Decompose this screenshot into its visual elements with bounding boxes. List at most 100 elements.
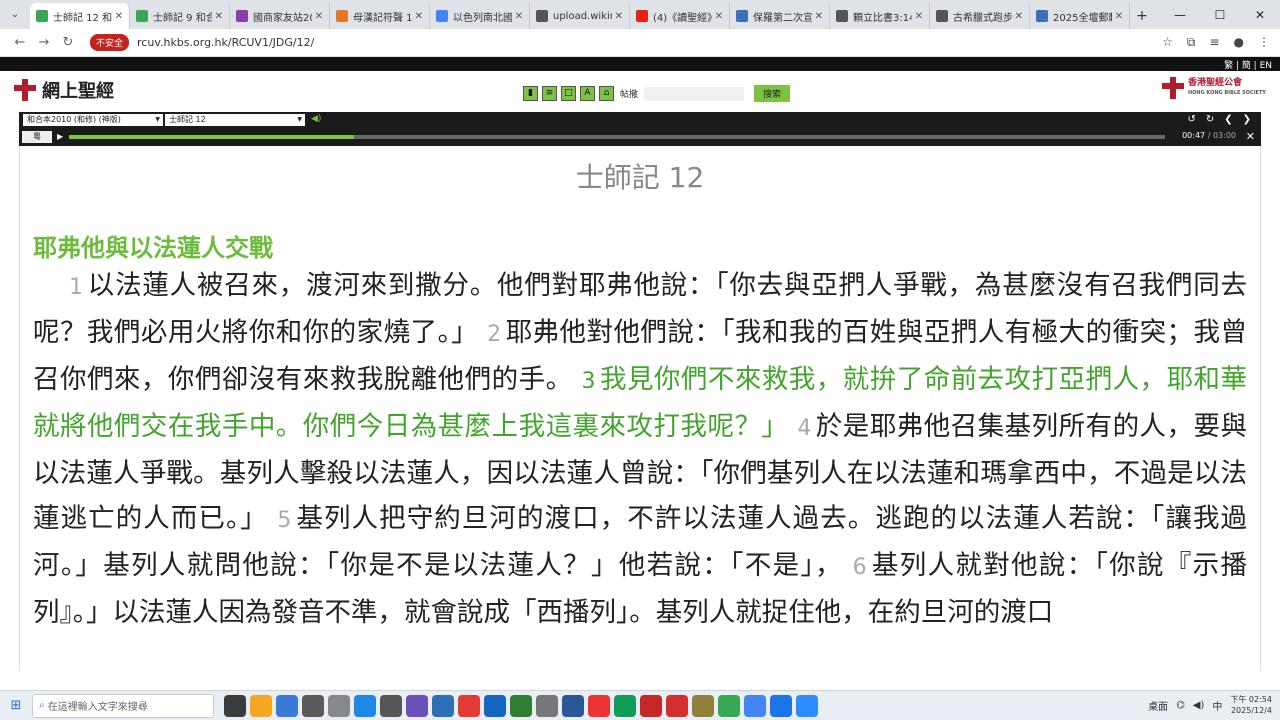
taskbar-app-icon[interactable]	[640, 694, 662, 717]
browser-tab[interactable]: 士師記 12 和合✕	[30, 3, 130, 29]
taskbar-app-icon[interactable]	[718, 694, 740, 717]
forward-icon[interactable]: →	[32, 35, 56, 50]
publisher-logo[interactable]: 香港聖經公會 HONG KONG BIBLE SOCIETY	[1161, 77, 1266, 99]
browser-tab[interactable]: 古希臘式跑步 ✕	[930, 3, 1030, 29]
close-tab-icon[interactable]: ✕	[915, 11, 923, 22]
taskbar-app-icon[interactable]	[614, 694, 636, 717]
close-window-icon[interactable]: ✕	[1240, 0, 1280, 29]
clock[interactable]: 下午 02:54 2025/12/4	[1230, 694, 1272, 716]
close-tab-icon[interactable]: ✕	[215, 11, 223, 22]
taskbar-app-icon[interactable]	[276, 694, 298, 717]
taskbar-app-icon[interactable]	[302, 694, 324, 717]
browser-tab-strip: ⌄ 士師記 12 和合✕士師記 9 和合✕國商家友站20✕母漢記符聲 1 V✕以…	[0, 0, 1280, 29]
new-tab-button[interactable]: +	[1130, 3, 1154, 29]
maximize-icon[interactable]: ☐	[1200, 0, 1240, 29]
windows-start-icon[interactable]: ⊞	[0, 698, 32, 713]
desktop-label[interactable]: 桌面	[1148, 698, 1168, 713]
taskbar-app-icon[interactable]	[432, 694, 454, 717]
taskbar-app-icon[interactable]	[328, 694, 350, 717]
taskbar-app-icon[interactable]	[250, 694, 272, 717]
tab-favicon-icon	[636, 10, 648, 22]
taskbar-app-icon[interactable]	[380, 694, 402, 717]
close-tab-icon[interactable]: ✕	[115, 11, 123, 22]
browser-tab[interactable]: 以色列南北國 ✕	[430, 3, 530, 29]
browser-tab[interactable]: 母漢記符聲 1 V✕	[330, 3, 430, 29]
menu-icon[interactable]: ⋮	[1258, 35, 1270, 50]
font-size-icon[interactable]: A	[580, 86, 595, 101]
tab-favicon-icon	[36, 10, 48, 22]
browser-tab[interactable]: 士師記 9 和合 ✕	[130, 3, 230, 29]
close-player-icon[interactable]: ✕	[1246, 130, 1255, 143]
tab-title: upload.wikim	[553, 10, 612, 22]
taskbar-app-icon[interactable]	[510, 694, 532, 717]
taskbar-app-icon[interactable]	[562, 694, 584, 717]
reading-list-icon[interactable]: ≡	[1209, 35, 1219, 50]
bookmark-star-icon[interactable]: ☆	[1162, 35, 1173, 50]
next-chapter-icon[interactable]: ❯	[1243, 114, 1251, 125]
close-tab-icon[interactable]: ✕	[815, 11, 823, 22]
insecure-badge[interactable]: 不安全	[90, 34, 130, 51]
browser-tab[interactable]: 保羅第二次宣 ✕	[730, 3, 830, 29]
volume-icon[interactable]: ◀)	[1193, 700, 1205, 711]
site-logo[interactable]: 網上聖經	[14, 77, 114, 103]
lock-icon[interactable]: ⌂	[599, 86, 614, 101]
prev-chapter-icon[interactable]: ❮	[1224, 114, 1232, 125]
taskbar-app-icon[interactable]	[666, 694, 688, 717]
taskbar-app-icon[interactable]	[484, 694, 506, 717]
close-tab-icon[interactable]: ✕	[415, 11, 423, 22]
taskbar-app-icon[interactable]	[744, 694, 766, 717]
taskbar-app-icon[interactable]	[770, 694, 792, 717]
ime-indicator[interactable]: 中	[1212, 698, 1222, 713]
close-tab-icon[interactable]: ✕	[315, 11, 323, 22]
progress-track[interactable]	[69, 135, 1165, 139]
close-tab-icon[interactable]: ✕	[515, 11, 523, 22]
site-top-strip: 繁 | 簡 | EN	[0, 57, 1280, 71]
browser-tab[interactable]: 2025全壇郵動✕	[1030, 3, 1130, 29]
tab-favicon-icon	[436, 10, 448, 22]
taskbar-app-icon[interactable]	[796, 694, 818, 717]
layout-one-icon[interactable]: ▮	[523, 86, 538, 101]
browser-tab[interactable]: 國商家友站20 ✕	[230, 3, 330, 29]
speaker-icon[interactable]: ◀)	[311, 114, 321, 124]
browser-tab[interactable]: 顆立比書3:14 ✕	[830, 3, 930, 29]
play-icon[interactable]: ▶	[57, 132, 63, 141]
version-select[interactable]: 和合本2010 (和修) (神版) ▼	[23, 114, 163, 126]
version-select-value: 和合本2010 (和修) (神版)	[27, 115, 121, 124]
taskbar-app-icon[interactable]	[406, 694, 428, 717]
tab-search-icon[interactable]: ⌄	[0, 0, 30, 29]
layout-box-icon[interactable]: □	[561, 86, 576, 101]
tab-favicon-icon	[936, 10, 948, 22]
chapter-select[interactable]: 士師記 12 ▼	[165, 114, 305, 126]
reload-icon[interactable]: ↻	[56, 35, 80, 50]
taskbar-app-icon[interactable]	[588, 694, 610, 717]
refresh-icon[interactable]: ↻	[1206, 114, 1214, 125]
url-field[interactable]: rcuv.hkbs.org.hk/RCUV1/JDG/12/	[137, 36, 314, 49]
browser-tab[interactable]: upload.wikim✕	[530, 3, 630, 29]
audio-player: 和合本2010 (和修) (神版) ▼ 士師記 12 ▼ ◀) ↺ ↻ ❮ ❯ …	[19, 112, 1261, 146]
network-icon[interactable]: ⌬	[1176, 700, 1185, 711]
taskbar-app-icon[interactable]	[458, 694, 480, 717]
close-tab-icon[interactable]: ✕	[615, 11, 623, 22]
extensions-icon[interactable]: ⧉	[1187, 35, 1196, 50]
taskbar-app-icon[interactable]	[536, 694, 558, 717]
taskbar-app-icon[interactable]	[224, 694, 246, 717]
tab-title: 母漢記符聲 1 V	[353, 12, 412, 24]
profile-avatar-icon[interactable]: ●	[1234, 35, 1244, 50]
tab-favicon-icon	[536, 10, 548, 22]
replay-icon[interactable]: ↺	[1187, 114, 1195, 125]
browser-tab[interactable]: (4)《讀聖經》 ✕	[630, 3, 730, 29]
layout-list-icon[interactable]: ≡	[542, 86, 557, 101]
site-header: 網上聖經 ▮ ≡ □ A ⌂ 帖撒 搜索 香港聖經公會 HONG KONG BI…	[0, 71, 1280, 109]
taskbar-app-icon[interactable]	[354, 694, 376, 717]
search-button[interactable]: 搜索	[754, 85, 791, 102]
close-tab-icon[interactable]: ✕	[715, 11, 723, 22]
language-switch[interactable]: 繁 | 簡 | EN	[1224, 58, 1272, 71]
close-tab-icon[interactable]: ✕	[1115, 11, 1123, 22]
tone-select[interactable]: 粵	[22, 131, 52, 143]
minimize-icon[interactable]: —	[1160, 0, 1200, 29]
search-input[interactable]	[644, 86, 745, 101]
close-tab-icon[interactable]: ✕	[1015, 11, 1023, 22]
back-icon[interactable]: ←	[8, 35, 32, 50]
taskbar-search[interactable]: ⌕ 在這裡輸入文字來搜尋	[32, 693, 214, 718]
taskbar-app-icon[interactable]	[692, 694, 714, 717]
